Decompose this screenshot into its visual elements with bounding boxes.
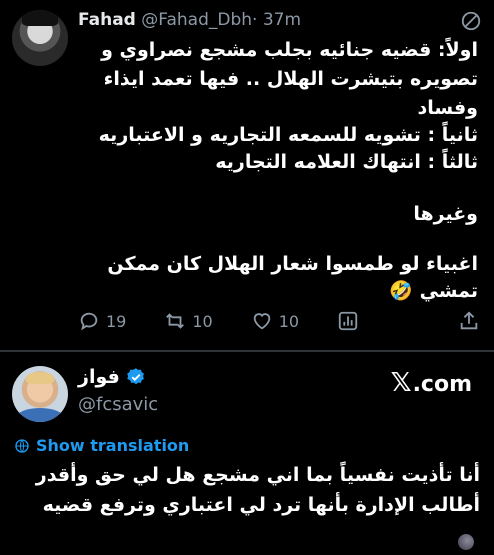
share-button[interactable]	[458, 310, 480, 332]
no-entry-icon	[461, 11, 481, 31]
author-name[interactable]: Fahad	[78, 10, 136, 30]
tweet-time: · 37m	[252, 10, 302, 30]
like-button[interactable]: 10	[251, 310, 299, 332]
avatar[interactable]	[12, 10, 68, 66]
like-icon	[253, 313, 270, 330]
verified-badge-icon	[127, 368, 144, 385]
share-icon	[460, 311, 478, 330]
stats-icon	[338, 311, 358, 331]
reply-button[interactable]: 19	[78, 310, 126, 332]
author-name-row: فواز	[78, 366, 146, 388]
tweet-text-line: ثانياً : تشويه للسمعه التجاريه و الاعتبا…	[98, 124, 478, 146]
tweet-header: Fahad @Fahad_Dbh· 37m	[78, 10, 482, 36]
globe-icon	[15, 438, 29, 453]
tweet-text-line: وغيرها	[413, 203, 478, 225]
x-logo: 𝕏 .com	[391, 368, 472, 398]
reply-icon	[80, 312, 98, 331]
reply-count: 19	[106, 311, 127, 331]
tweet-card-fahad[interactable]: Fahad @Fahad_Dbh· 37m اولاً: قضيه جنائيه…	[0, 0, 494, 352]
retweet-button[interactable]: 10	[164, 310, 213, 332]
retweet-count: 10	[192, 311, 213, 331]
tweet-text-line: وفساد	[417, 97, 478, 119]
stats-button[interactable]	[337, 310, 359, 332]
author-name[interactable]: فواز	[78, 366, 120, 388]
show-translation-label[interactable]: Show translation	[36, 436, 189, 455]
post-text: أنا تأذيت نفسياً بما اني مشجع هل لي حق و…	[14, 460, 480, 520]
tweet-text-line: ثالثاً : انتهاك العلامه التجاريه	[215, 151, 478, 173]
quoted-post-card[interactable]: فواز @fcsavic 𝕏 .com Show translation أنا…	[0, 352, 494, 555]
like-count: 10	[278, 311, 300, 331]
moon-emoji-icon	[458, 534, 474, 550]
avatar[interactable]	[12, 366, 68, 422]
tweet-text-line: اولاً: قضيه جنائيه بجلب مشجع نصراوي و	[101, 39, 478, 61]
author-handle[interactable]: @fcsavic	[78, 394, 158, 415]
tweet-text-line: تصويره بتيشرت الهلال .. فيها تعمد ايذاء	[103, 68, 478, 90]
retweet-icon	[166, 313, 185, 329]
x-logo-icon: 𝕏	[390, 368, 412, 398]
show-translation-link[interactable]: Show translation	[14, 436, 189, 455]
post-text-line: أنا تأذيت نفسياً بما اني مشجع هل لي حق و…	[35, 464, 480, 486]
tweet-text-line: تمشي 🤣	[389, 280, 478, 302]
x-logo-text: .com	[412, 372, 472, 397]
tweet-actions: 19 10 10	[78, 306, 480, 336]
author-handle[interactable]: @Fahad_Dbh	[141, 10, 252, 30]
tweet-text-line: اغبياء لو طمسوا شعار الهلال كان ممكن	[107, 253, 478, 275]
post-text-line: أطالب الإدارة بأنها ترد لي اعتباري وترفع…	[42, 494, 480, 516]
